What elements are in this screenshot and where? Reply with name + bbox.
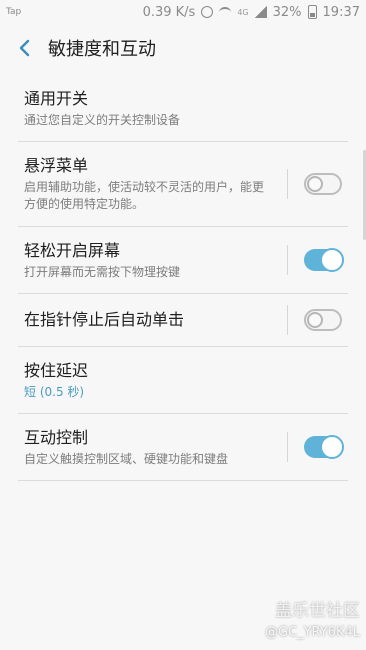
setting-value: 短 (0.5 秒) (24, 384, 85, 399)
page-title: 敏捷度和互动 (48, 39, 156, 60)
toggle-separator (287, 245, 288, 275)
watermark: 盖乐世社区 @GC_YRY6K4L (265, 596, 360, 640)
wifi-icon (219, 6, 232, 18)
setting-press-delay[interactable]: 按住延迟 短 (0.5 秒) (0, 347, 366, 413)
floating-menu-toggle[interactable] (304, 173, 342, 195)
alarm-icon (201, 6, 214, 18)
toggle-separator (287, 305, 288, 335)
network-speed: 0.39 K/s (142, 4, 196, 20)
setting-easy-screen-on[interactable]: 轻松开启屏幕 打开屏幕而无需按下物理按键 (0, 227, 366, 293)
watermark-title: 盖乐世社区 (275, 601, 360, 621)
setting-subtitle: 通过您自定义的开关控制设备 (24, 112, 181, 127)
setting-auto-click[interactable]: 在指针停止后自动单击 (0, 294, 366, 346)
status-right: 0.39 K/s 4G 32% 19:37 (143, 5, 366, 20)
setting-subtitle: 启用辅助功能，使活动较不灵活的用户，能更方便的使用特定功能。 (24, 180, 265, 211)
setting-title: 通用开关 (24, 88, 89, 108)
toggle-separator (287, 169, 288, 199)
setting-title: 在指针停止后自动单击 (24, 310, 185, 329)
setting-universal-switch[interactable]: 通用开关 通过您自定义的开关控制设备 (0, 75, 366, 141)
setting-title: 悬浮菜单 (24, 156, 89, 175)
interaction-control-toggle[interactable] (304, 435, 344, 459)
easy-screen-on-toggle[interactable] (304, 248, 344, 272)
setting-floating-menu[interactable]: 悬浮菜单 启用辅助功能，使活动较不灵活的用户，能更方便的使用特定功能。 (0, 142, 366, 226)
network-type: 4G (237, 7, 249, 17)
watermark-handle: @GC_YRY6K4L (264, 625, 360, 640)
signal-icon (254, 6, 267, 18)
setting-title: 按住延迟 (24, 360, 89, 380)
status-left-label: Tap (6, 7, 22, 17)
battery-icon (307, 5, 317, 19)
back-arrow-icon (19, 39, 30, 57)
clock: 19:37 (322, 4, 360, 20)
setting-title: 互动控制 (24, 427, 89, 447)
back-button[interactable] (0, 24, 48, 72)
setting-subtitle: 自定义触摸控制区域、硬键功能和键盘 (24, 451, 229, 466)
setting-subtitle: 打开屏幕而无需按下物理按键 (24, 264, 181, 279)
status-bar: Tap 0.39 K/s 4G 32% 19:37 (0, 0, 366, 24)
app-bar: 敏捷度和互动 (0, 24, 366, 72)
setting-title: 轻松开启屏幕 (24, 240, 121, 260)
battery-percent: 32% (272, 4, 302, 20)
auto-click-toggle[interactable] (304, 309, 342, 331)
divider (18, 480, 348, 481)
settings-list: 通用开关 通过您自定义的开关控制设备 悬浮菜单 启用辅助功能，使活动较不灵活的用… (0, 75, 366, 481)
toggle-separator (287, 432, 288, 462)
setting-interaction-control[interactable]: 互动控制 自定义触摸控制区域、硬键功能和键盘 (0, 414, 366, 480)
